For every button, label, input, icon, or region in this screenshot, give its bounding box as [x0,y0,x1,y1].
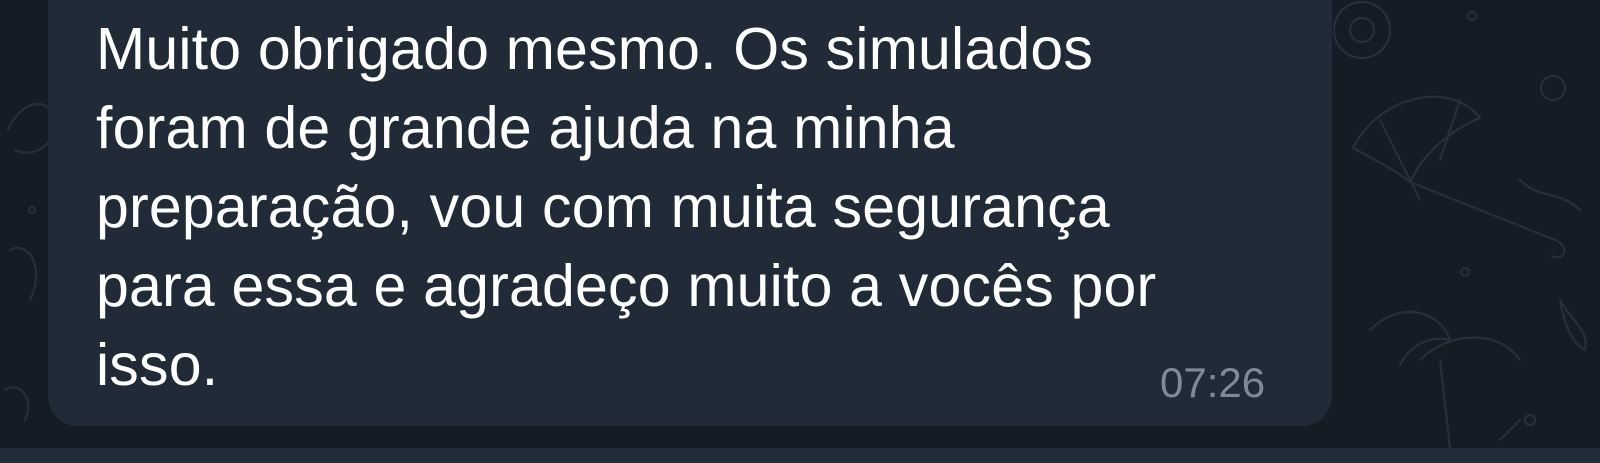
bottom-strip [0,448,1600,463]
message-text: Muito obrigado mesmo. Os simulados foram… [96,16,1157,398]
message-timestamp: 07:26 [1160,359,1266,406]
message-bubble[interactable]: Muito obrigado mesmo. Os simulados foram… [48,0,1332,426]
